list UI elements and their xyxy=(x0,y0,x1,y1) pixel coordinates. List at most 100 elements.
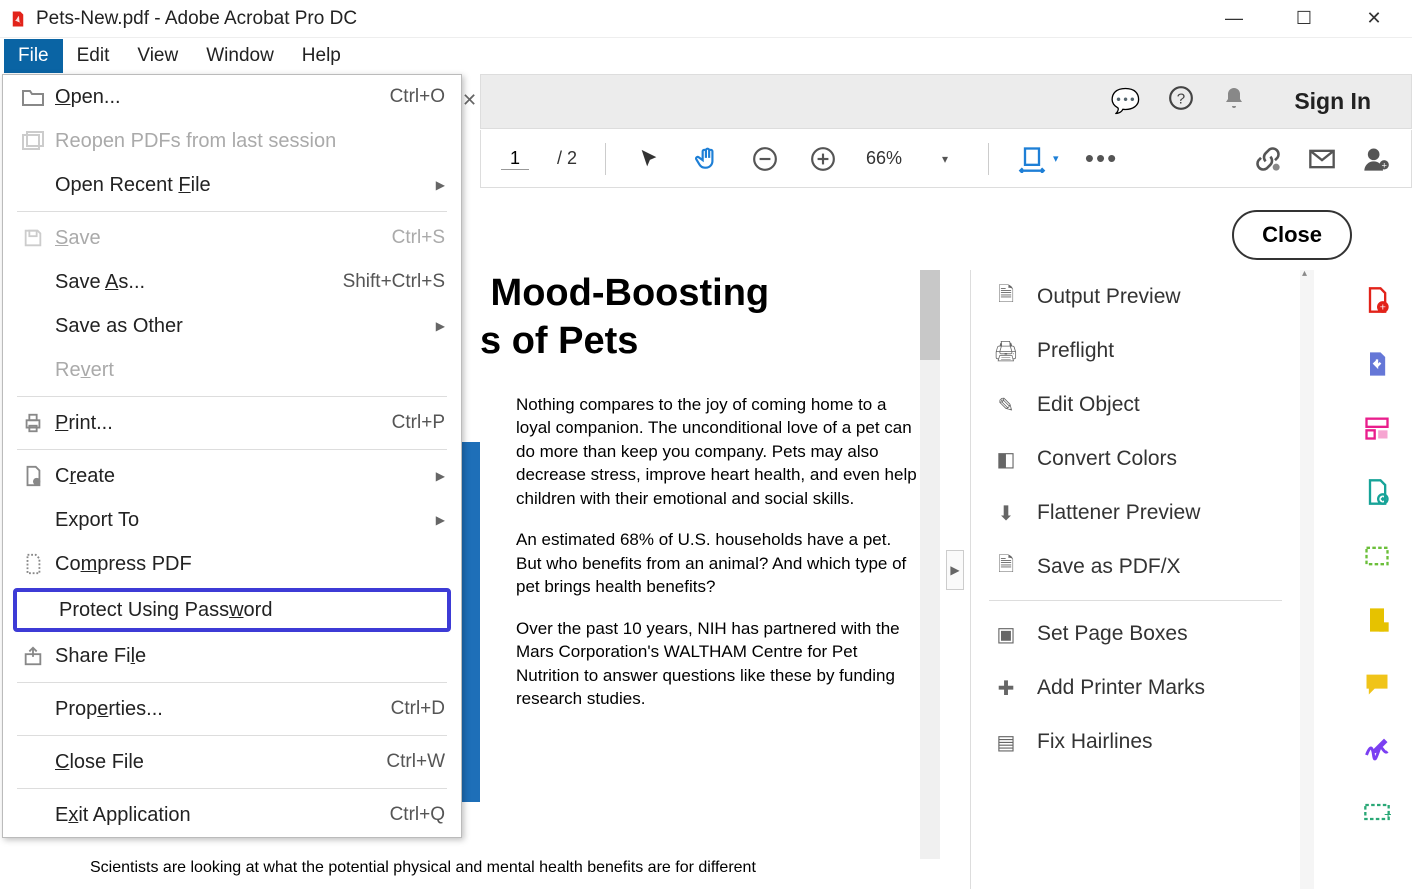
titlebar: Pets-New.pdf - Adobe Acrobat Pro DC — ☐ … xyxy=(0,0,1412,38)
menu-save-other[interactable]: Save as Other ▶ xyxy=(3,304,461,348)
menu-properties[interactable]: Properties... Ctrl+D xyxy=(3,687,461,731)
menu-file[interactable]: File xyxy=(4,39,63,73)
zoom-out-icon[interactable] xyxy=(750,144,780,174)
menu-protect-password[interactable]: Protect Using Password xyxy=(17,592,447,628)
fill-sign-icon[interactable] xyxy=(1361,604,1393,636)
tool-label: Output Preview xyxy=(1037,285,1181,309)
menu-open-recent[interactable]: Open Recent File ▶ xyxy=(3,163,461,207)
menu-label: Save xyxy=(55,227,392,250)
tab-close-icon[interactable]: ✕ xyxy=(462,90,477,111)
svg-text:?: ? xyxy=(1177,90,1185,107)
submenu-arrow-icon: ▶ xyxy=(436,469,445,483)
sign-in-button[interactable]: Sign In xyxy=(1294,88,1371,115)
fit-width-icon[interactable] xyxy=(1017,144,1047,174)
menu-label: Properties... xyxy=(55,698,391,721)
menu-share-file[interactable]: Share File xyxy=(3,634,461,678)
menu-label: Create xyxy=(55,465,436,488)
save-pdfx-icon: 🗎 xyxy=(993,554,1019,580)
hand-tool-icon[interactable] xyxy=(692,144,722,174)
panel-expand-handle[interactable]: ▶ xyxy=(946,550,964,590)
menu-compress[interactable]: Compress PDF xyxy=(3,542,461,586)
bell-icon[interactable] xyxy=(1222,86,1246,117)
comment-icon[interactable] xyxy=(1361,668,1393,700)
share-link-icon[interactable] xyxy=(1253,144,1283,174)
tool-preflight[interactable]: 🖨Preflight xyxy=(971,324,1300,378)
more-tools-icon[interactable]: ••• xyxy=(1087,144,1117,174)
create-pdf-icon[interactable]: + xyxy=(1361,284,1393,316)
page-boxes-icon: ▣ xyxy=(993,621,1019,647)
menu-print[interactable]: Print... Ctrl+P xyxy=(3,401,461,445)
menu-close-file[interactable]: Close File Ctrl+W xyxy=(3,740,461,784)
menu-label: Compress PDF xyxy=(55,553,445,576)
email-icon[interactable] xyxy=(1307,144,1337,174)
close-button[interactable]: Close xyxy=(1232,210,1352,260)
separator xyxy=(17,735,447,736)
menu-view[interactable]: View xyxy=(123,39,192,73)
fix-hairlines-icon: ▤ xyxy=(993,729,1019,755)
menu-exit[interactable]: Exit Application Ctrl+Q xyxy=(3,793,461,837)
tools-panel-scrollbar[interactable] xyxy=(1300,270,1314,889)
tool-set-page-boxes[interactable]: ▣Set Page Boxes xyxy=(971,607,1300,661)
tool-label: Preflight xyxy=(1037,339,1114,363)
more-strip-icon[interactable]: + xyxy=(1361,796,1393,828)
menu-save: Save Ctrl+S xyxy=(3,216,461,260)
menu-create[interactable]: + Create ▶ xyxy=(3,454,461,498)
document-paragraph: Nothing compares to the joy of coming ho… xyxy=(516,393,920,510)
tool-fix-hairlines[interactable]: ▤ Fix Hairlines xyxy=(971,715,1300,769)
comments-icon[interactable]: 💬 xyxy=(1110,87,1140,116)
maximize-button[interactable]: ☐ xyxy=(1284,8,1324,29)
export-pdf-icon[interactable] xyxy=(1361,348,1393,380)
submenu-arrow-icon: ▶ xyxy=(436,319,445,333)
window-title: Pets-New.pdf - Adobe Acrobat Pro DC xyxy=(36,8,357,30)
tool-save-pdfx[interactable]: 🗎Save as PDF/X xyxy=(971,540,1300,594)
zoom-level[interactable]: 66% xyxy=(866,148,902,169)
menu-edit[interactable]: Edit xyxy=(63,39,124,73)
shortcut: Ctrl+O xyxy=(390,86,445,108)
document-paragraph: An estimated 68% of U.S. households have… xyxy=(516,528,920,598)
tool-add-printer-marks[interactable]: ✚Add Printer Marks xyxy=(971,661,1300,715)
menu-help[interactable]: Help xyxy=(288,39,355,73)
menu-label: Protect Using Password xyxy=(59,599,441,622)
tool-label: Fix Hairlines xyxy=(1037,730,1153,754)
svg-text:+: + xyxy=(35,477,39,486)
tool-label: Edit Object xyxy=(1037,393,1140,417)
zoom-dropdown-icon[interactable]: ▾ xyxy=(930,144,960,174)
tool-flattener-preview[interactable]: ⬇Flattener Preview xyxy=(971,486,1300,540)
separator xyxy=(605,143,606,175)
selection-tool-icon[interactable] xyxy=(634,144,664,174)
menu-label: Print... xyxy=(55,412,392,435)
close-window-button[interactable]: ✕ xyxy=(1354,8,1394,29)
menu-label: Share File xyxy=(55,645,445,668)
save-icon xyxy=(17,226,49,250)
sign-icon[interactable] xyxy=(1361,732,1393,764)
minimize-button[interactable]: — xyxy=(1214,8,1254,29)
menu-export[interactable]: Export To ▶ xyxy=(3,498,461,542)
zoom-in-icon[interactable] xyxy=(808,144,838,174)
document-title: Mood-Boostings of Pets xyxy=(480,270,920,365)
document-scrollbar[interactable] xyxy=(920,270,940,859)
menu-label: Export To xyxy=(55,509,436,532)
tool-label: Flattener Preview xyxy=(1037,501,1200,525)
enhance-scan-icon[interactable] xyxy=(1361,476,1393,508)
fit-dropdown-icon[interactable]: ▾ xyxy=(1053,152,1059,165)
add-person-icon[interactable]: + xyxy=(1361,144,1391,174)
tool-convert-colors[interactable]: ◧Convert Colors xyxy=(971,432,1300,486)
menu-open[interactable]: Open... Ctrl+O xyxy=(3,75,461,119)
menu-label: Reopen PDFs from last session xyxy=(55,130,445,153)
menu-save-as[interactable]: Save As... Shift+Ctrl+S xyxy=(3,260,461,304)
menu-window[interactable]: Window xyxy=(192,39,288,73)
window-controls: — ☐ ✕ xyxy=(1214,8,1404,29)
document-column-accent xyxy=(460,442,480,802)
organize-pages-icon[interactable] xyxy=(1361,412,1393,444)
tool-output-preview[interactable]: 🗎Output Preview xyxy=(971,270,1300,324)
tool-edit-object[interactable]: ✎Edit Object xyxy=(971,378,1300,432)
protect-icon[interactable] xyxy=(1361,540,1393,572)
menu-revert: Revert xyxy=(3,348,461,392)
svg-text:+: + xyxy=(1384,806,1391,822)
page-number-input[interactable]: 1 xyxy=(501,148,529,170)
help-icon[interactable]: ? xyxy=(1168,85,1194,118)
print-icon xyxy=(17,411,49,435)
file-menu-dropdown: Open... Ctrl+O Reopen PDFs from last ses… xyxy=(2,74,462,838)
menu-label: Revert xyxy=(55,359,445,382)
submenu-arrow-icon: ▶ xyxy=(436,513,445,527)
